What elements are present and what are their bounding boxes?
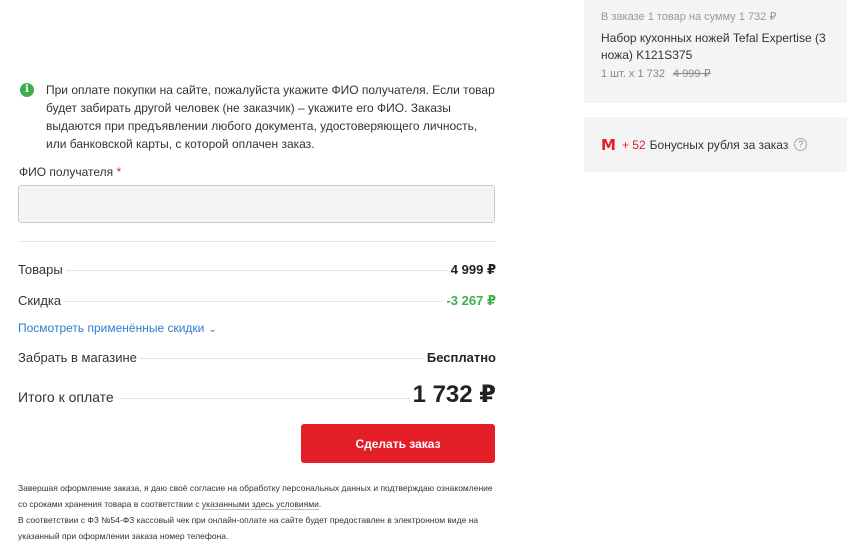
conditions-link[interactable]: указанными здесь условиями: [201, 499, 319, 510]
divider: [18, 241, 496, 242]
recipient-name-input[interactable]: [18, 185, 495, 223]
notice-text: При оплате покупки на сайте, пожалуйста …: [46, 83, 495, 151]
total-value: 1 732 ₽: [412, 381, 496, 408]
product-qty: 1 шт. x 1 732 4 999 ₽: [601, 67, 830, 80]
dotted-leader: [140, 358, 423, 359]
summary-head: В заказе 1 товар на сумму 1 732 ₽: [601, 11, 777, 23]
required-mark: *: [116, 165, 122, 179]
recipient-label: ФИО получателя *: [19, 165, 121, 179]
pickup-label: Забрать в магазине: [18, 350, 137, 365]
bonus-logo-icon: М: [601, 135, 616, 154]
view-discounts-label: Посмотреть применённые скидки: [18, 321, 205, 335]
order-summary: В заказе 1 товар на сумму 1 732 ₽ Набор …: [584, 0, 847, 103]
discount-row: Скидка -3 267 ₽: [18, 293, 496, 309]
dotted-leader: [65, 301, 443, 302]
goods-value: 4 999 ₽: [450, 262, 496, 277]
goods-label: Товары: [18, 262, 63, 277]
bonus-amount: + 52: [621, 137, 646, 152]
total-row: Итого к оплате 1 732 ₽: [18, 380, 496, 409]
total-label: Итого к оплате: [18, 389, 114, 405]
product-name[interactable]: Набор кухонных ножей Tefal Expertise (3 …: [601, 30, 830, 64]
discount-label: Скидка: [18, 293, 62, 308]
consent-text: Завершая оформление заказа, я даю своё с…: [18, 480, 498, 512]
receipt-text: В соответствии с ФЗ №54-ФЗ кассовый чек …: [18, 515, 479, 541]
help-icon[interactable]: ?: [794, 138, 808, 151]
recipient-label-text: ФИО получателя: [19, 165, 114, 179]
info-icon: i: [20, 83, 34, 97]
old-price: 4 999 ₽: [673, 68, 711, 80]
pickup-value: Бесплатно: [426, 350, 496, 365]
chevron-down-icon: ⌄: [208, 324, 217, 335]
consent-end: .: [318, 499, 322, 509]
place-order-button[interactable]: Сделать заказ: [301, 424, 495, 463]
bonus-box: М + 52 Бонусных рубля за заказ ?: [584, 117, 847, 172]
view-discounts-link[interactable]: Посмотреть применённые скидки ⌄: [18, 321, 217, 335]
goods-row: Товары 4 999 ₽: [18, 262, 496, 278]
dotted-leader: [117, 398, 409, 399]
recipient-notice: i При оплате покупки на сайте, пожалуйст…: [20, 81, 500, 153]
bonus-text: Бонусных рубля за заказ: [649, 137, 789, 152]
pickup-row: Забрать в магазине Бесплатно: [18, 350, 496, 365]
dotted-leader: [66, 270, 447, 271]
discount-value: -3 267 ₽: [446, 293, 496, 308]
qty-price: 1 шт. x 1 732: [601, 68, 666, 80]
